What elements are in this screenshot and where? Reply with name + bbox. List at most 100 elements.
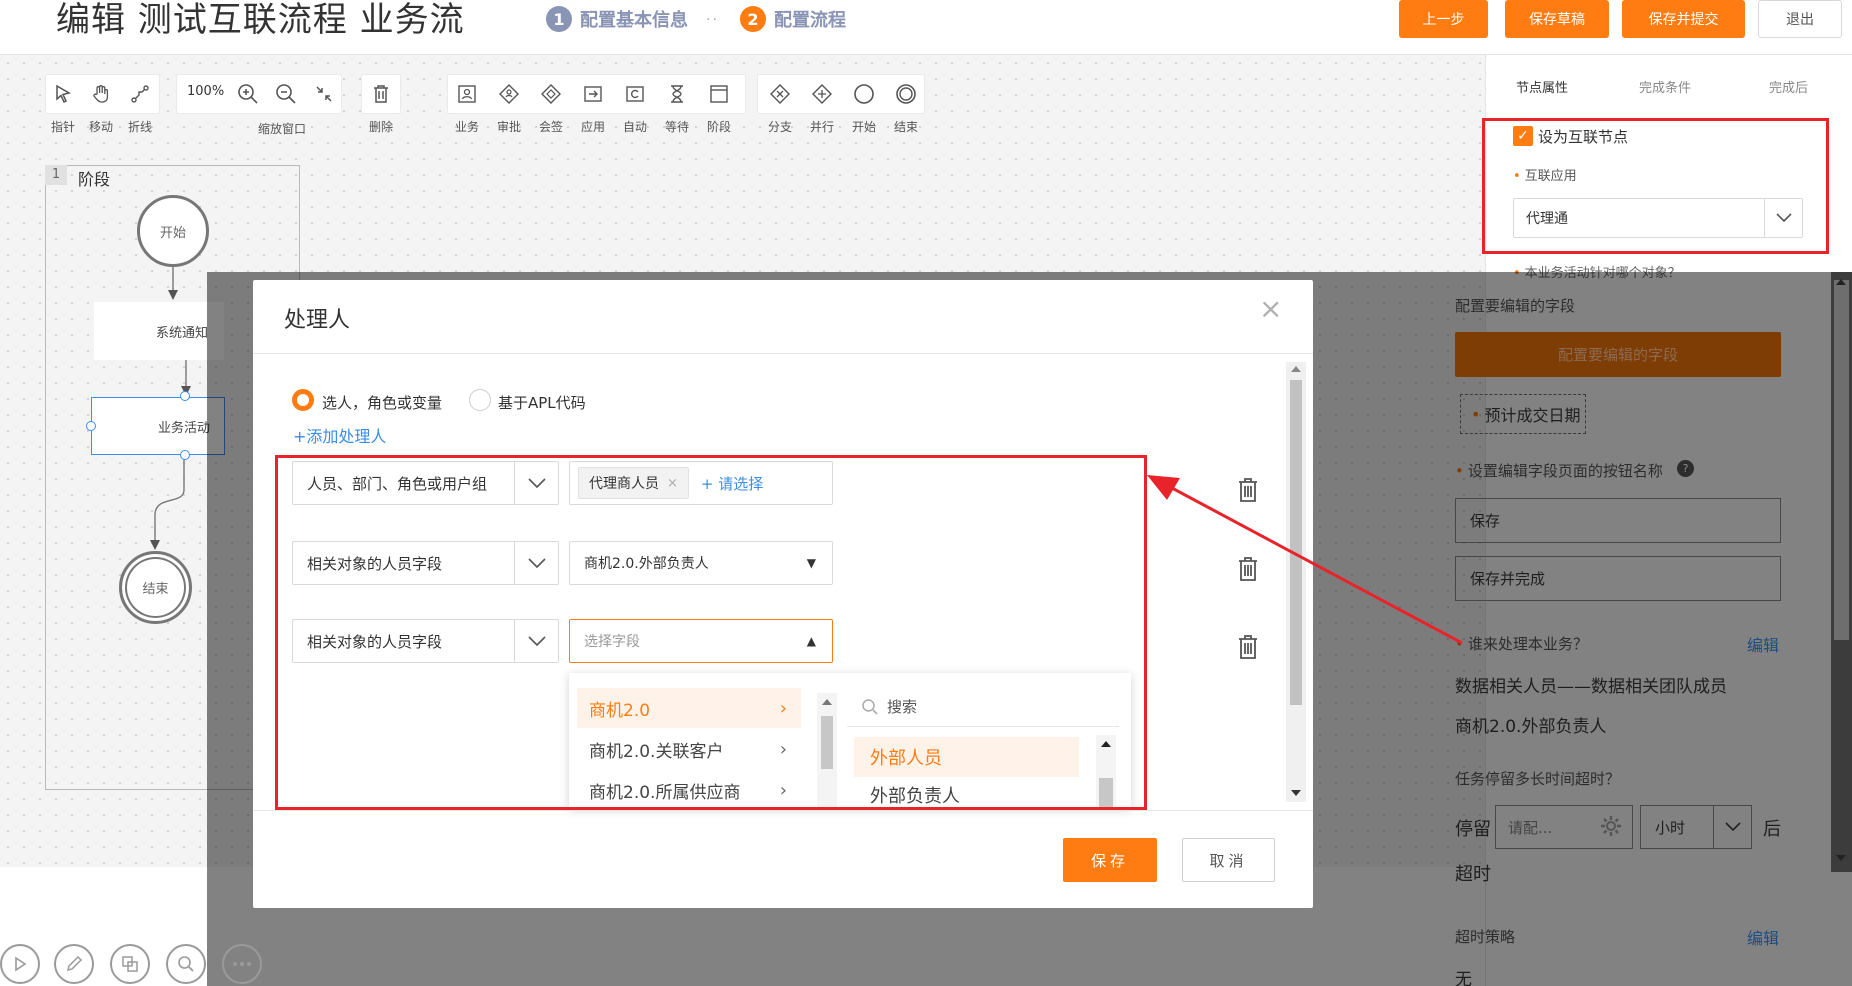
tool-app[interactable]: 应用	[573, 76, 613, 135]
layout-icon[interactable]	[110, 944, 150, 984]
config-fields-button[interactable]: 配置要编辑的字段	[1455, 332, 1781, 377]
add-handler-link[interactable]: +添加处理人	[293, 423, 386, 447]
handler-value: 数据相关人员——数据相关团队成员	[1455, 677, 1727, 697]
scroll-down-icon[interactable]	[1290, 788, 1302, 798]
overtime-label: 超时	[1455, 864, 1491, 885]
cascader-search-input[interactable]: 搜索	[847, 687, 1119, 727]
tab-after-completion[interactable]: 完成后	[1769, 77, 1808, 96]
node-port-left[interactable]	[86, 421, 96, 431]
handler-modal: 处理人 × 选人，角色或变量 基于APL代码 +添加处理人 人员、部门、角色或用…	[253, 280, 1313, 908]
tool-parallel[interactable]: 并行	[802, 76, 842, 135]
modal-save-button[interactable]: 保存	[1063, 838, 1157, 882]
tool-business[interactable]: 业务	[447, 76, 487, 135]
node-port-bottom[interactable]	[180, 450, 190, 460]
start-node[interactable]: 开始	[137, 195, 209, 267]
chevron-down-icon	[514, 462, 558, 504]
node-port-top[interactable]	[180, 391, 190, 401]
modal-cancel-button[interactable]: 取消	[1182, 838, 1275, 882]
cascader-object-item[interactable]: 商机2.0 ›	[577, 688, 801, 728]
timeout-strategy-value: 无	[1455, 970, 1472, 986]
search-icon[interactable]	[166, 944, 206, 984]
field-tag[interactable]: • 预计成交日期	[1460, 394, 1586, 434]
handler-type-select[interactable]: 人员、部门、角色或用户组	[292, 461, 559, 505]
trash-icon[interactable]	[1237, 634, 1259, 660]
save-draft-button[interactable]: 保存草稿	[1505, 0, 1609, 38]
save-submit-button[interactable]: 保存并提交	[1622, 0, 1745, 38]
stay-label: 停留	[1455, 819, 1491, 840]
tab-completion-conditions[interactable]: 完成条件	[1639, 77, 1691, 96]
close-icon[interactable]: ×	[1259, 294, 1282, 324]
tool-end[interactable]: 结束	[886, 76, 926, 135]
modal-scrollbar-thumb[interactable]	[1290, 380, 1302, 705]
exit-button[interactable]: 退出	[1758, 0, 1842, 38]
select-value: 小时	[1655, 818, 1686, 837]
required-mark: •	[1471, 404, 1481, 424]
cascader-field-option[interactable]: 外部人员	[854, 737, 1079, 777]
scroll-up-icon[interactable]	[1100, 739, 1112, 749]
trash-icon[interactable]	[1237, 556, 1259, 582]
save-button-name-input[interactable]: 保存	[1455, 498, 1781, 543]
prev-step-button[interactable]: 上一步	[1399, 0, 1488, 38]
cascader-field-option[interactable]: 外部负责人	[854, 775, 1079, 808]
tool-stage[interactable]: 阶段	[699, 76, 739, 135]
tool-branch[interactable]: 分支	[760, 76, 800, 135]
tool-auto[interactable]: 自动	[615, 76, 655, 135]
please-select-link[interactable]: + 请选择	[701, 473, 763, 494]
handler-type-select[interactable]: 相关对象的人员字段	[292, 541, 559, 585]
search-icon	[862, 698, 878, 715]
radio-apl-code[interactable]	[469, 389, 491, 411]
chevron-down-icon	[514, 542, 558, 584]
panel-scrollbar-thumb[interactable]	[1834, 280, 1849, 640]
step-basic-info[interactable]: 1 配置基本信息	[546, 6, 688, 32]
tool-label: 业务	[454, 120, 479, 134]
cascader-object-item[interactable]: 商机2.0.所属供应商 ›	[577, 770, 801, 808]
play-icon[interactable]	[0, 944, 40, 984]
auto-icon	[615, 76, 655, 112]
scroll-up-icon[interactable]	[821, 697, 833, 707]
cascader-object-item[interactable]: 商机2.0.关联客户 ›	[577, 729, 801, 769]
business-activity-node[interactable]: 业务活动	[91, 397, 225, 455]
field-select[interactable]: 商机2.0.外部负责人 ▼	[569, 541, 833, 585]
tag-close-icon[interactable]: ×	[667, 476, 678, 491]
trash-icon[interactable]	[1237, 477, 1259, 503]
tool-wait[interactable]: 等待	[657, 76, 697, 135]
select-value: 相关对象的人员字段	[307, 554, 443, 573]
chevron-right-icon: ›	[779, 779, 787, 801]
gear-icon[interactable]	[1600, 815, 1622, 842]
tool-label: 自动	[622, 120, 647, 134]
help-icon[interactable]: ?	[1677, 460, 1694, 477]
tool-approve[interactable]: 审批	[489, 76, 529, 135]
end-node[interactable]: 结束	[119, 551, 192, 624]
tool-countersign[interactable]: 会签	[531, 76, 571, 135]
modal-footer-divider	[253, 810, 1313, 811]
edit-strategy-link[interactable]: 编辑	[1747, 925, 1779, 949]
step-config-flow[interactable]: 2 配置流程	[740, 6, 846, 32]
time-unit-select[interactable]: 小时	[1640, 805, 1752, 849]
handler-type-select[interactable]: 相关对象的人员字段	[292, 619, 559, 663]
node-label: 业务活动	[158, 420, 211, 436]
more-icon[interactable]	[222, 944, 262, 984]
field-cascader: 商机2.0 › 商机2.0.关联客户 › 商机2.0.所属供应商 › 搜索 外部人员 …	[569, 673, 1131, 808]
scroll-down-icon[interactable]	[1834, 852, 1848, 864]
item-label: 商机2.0.关联客户	[589, 741, 724, 762]
modal-title: 处理人	[284, 308, 351, 333]
edit-handler-link[interactable]: 编辑	[1747, 632, 1779, 656]
field-config-title: 配置要编辑的字段	[1455, 297, 1576, 315]
pen-icon[interactable]	[54, 944, 94, 984]
tag-text: 代理商人员	[589, 476, 659, 492]
scroll-up-icon[interactable]	[1290, 364, 1302, 374]
tool-start[interactable]: 开始	[844, 76, 884, 135]
step-number: 2	[740, 6, 766, 32]
tool-label: 结束	[893, 120, 918, 134]
system-notify-node[interactable]: 系统通知	[94, 302, 224, 360]
tab-node-properties[interactable]: 节点属性	[1516, 77, 1568, 96]
cascader-scrollbar-thumb[interactable]	[821, 716, 833, 769]
handler-value-picker[interactable]: 代理商人员 × + 请选择	[569, 461, 833, 505]
approve-diamond-icon	[489, 76, 529, 112]
radio-label: 基于APL代码	[498, 394, 586, 412]
scroll-up-icon[interactable]	[1834, 276, 1848, 288]
field-list-scrollbar-thumb[interactable]	[1099, 778, 1113, 808]
save-complete-button-name-input[interactable]: 保存并完成	[1455, 556, 1781, 601]
field-select-open[interactable]: 选择字段 ▲	[569, 619, 833, 663]
radio-select-person[interactable]	[292, 389, 314, 411]
